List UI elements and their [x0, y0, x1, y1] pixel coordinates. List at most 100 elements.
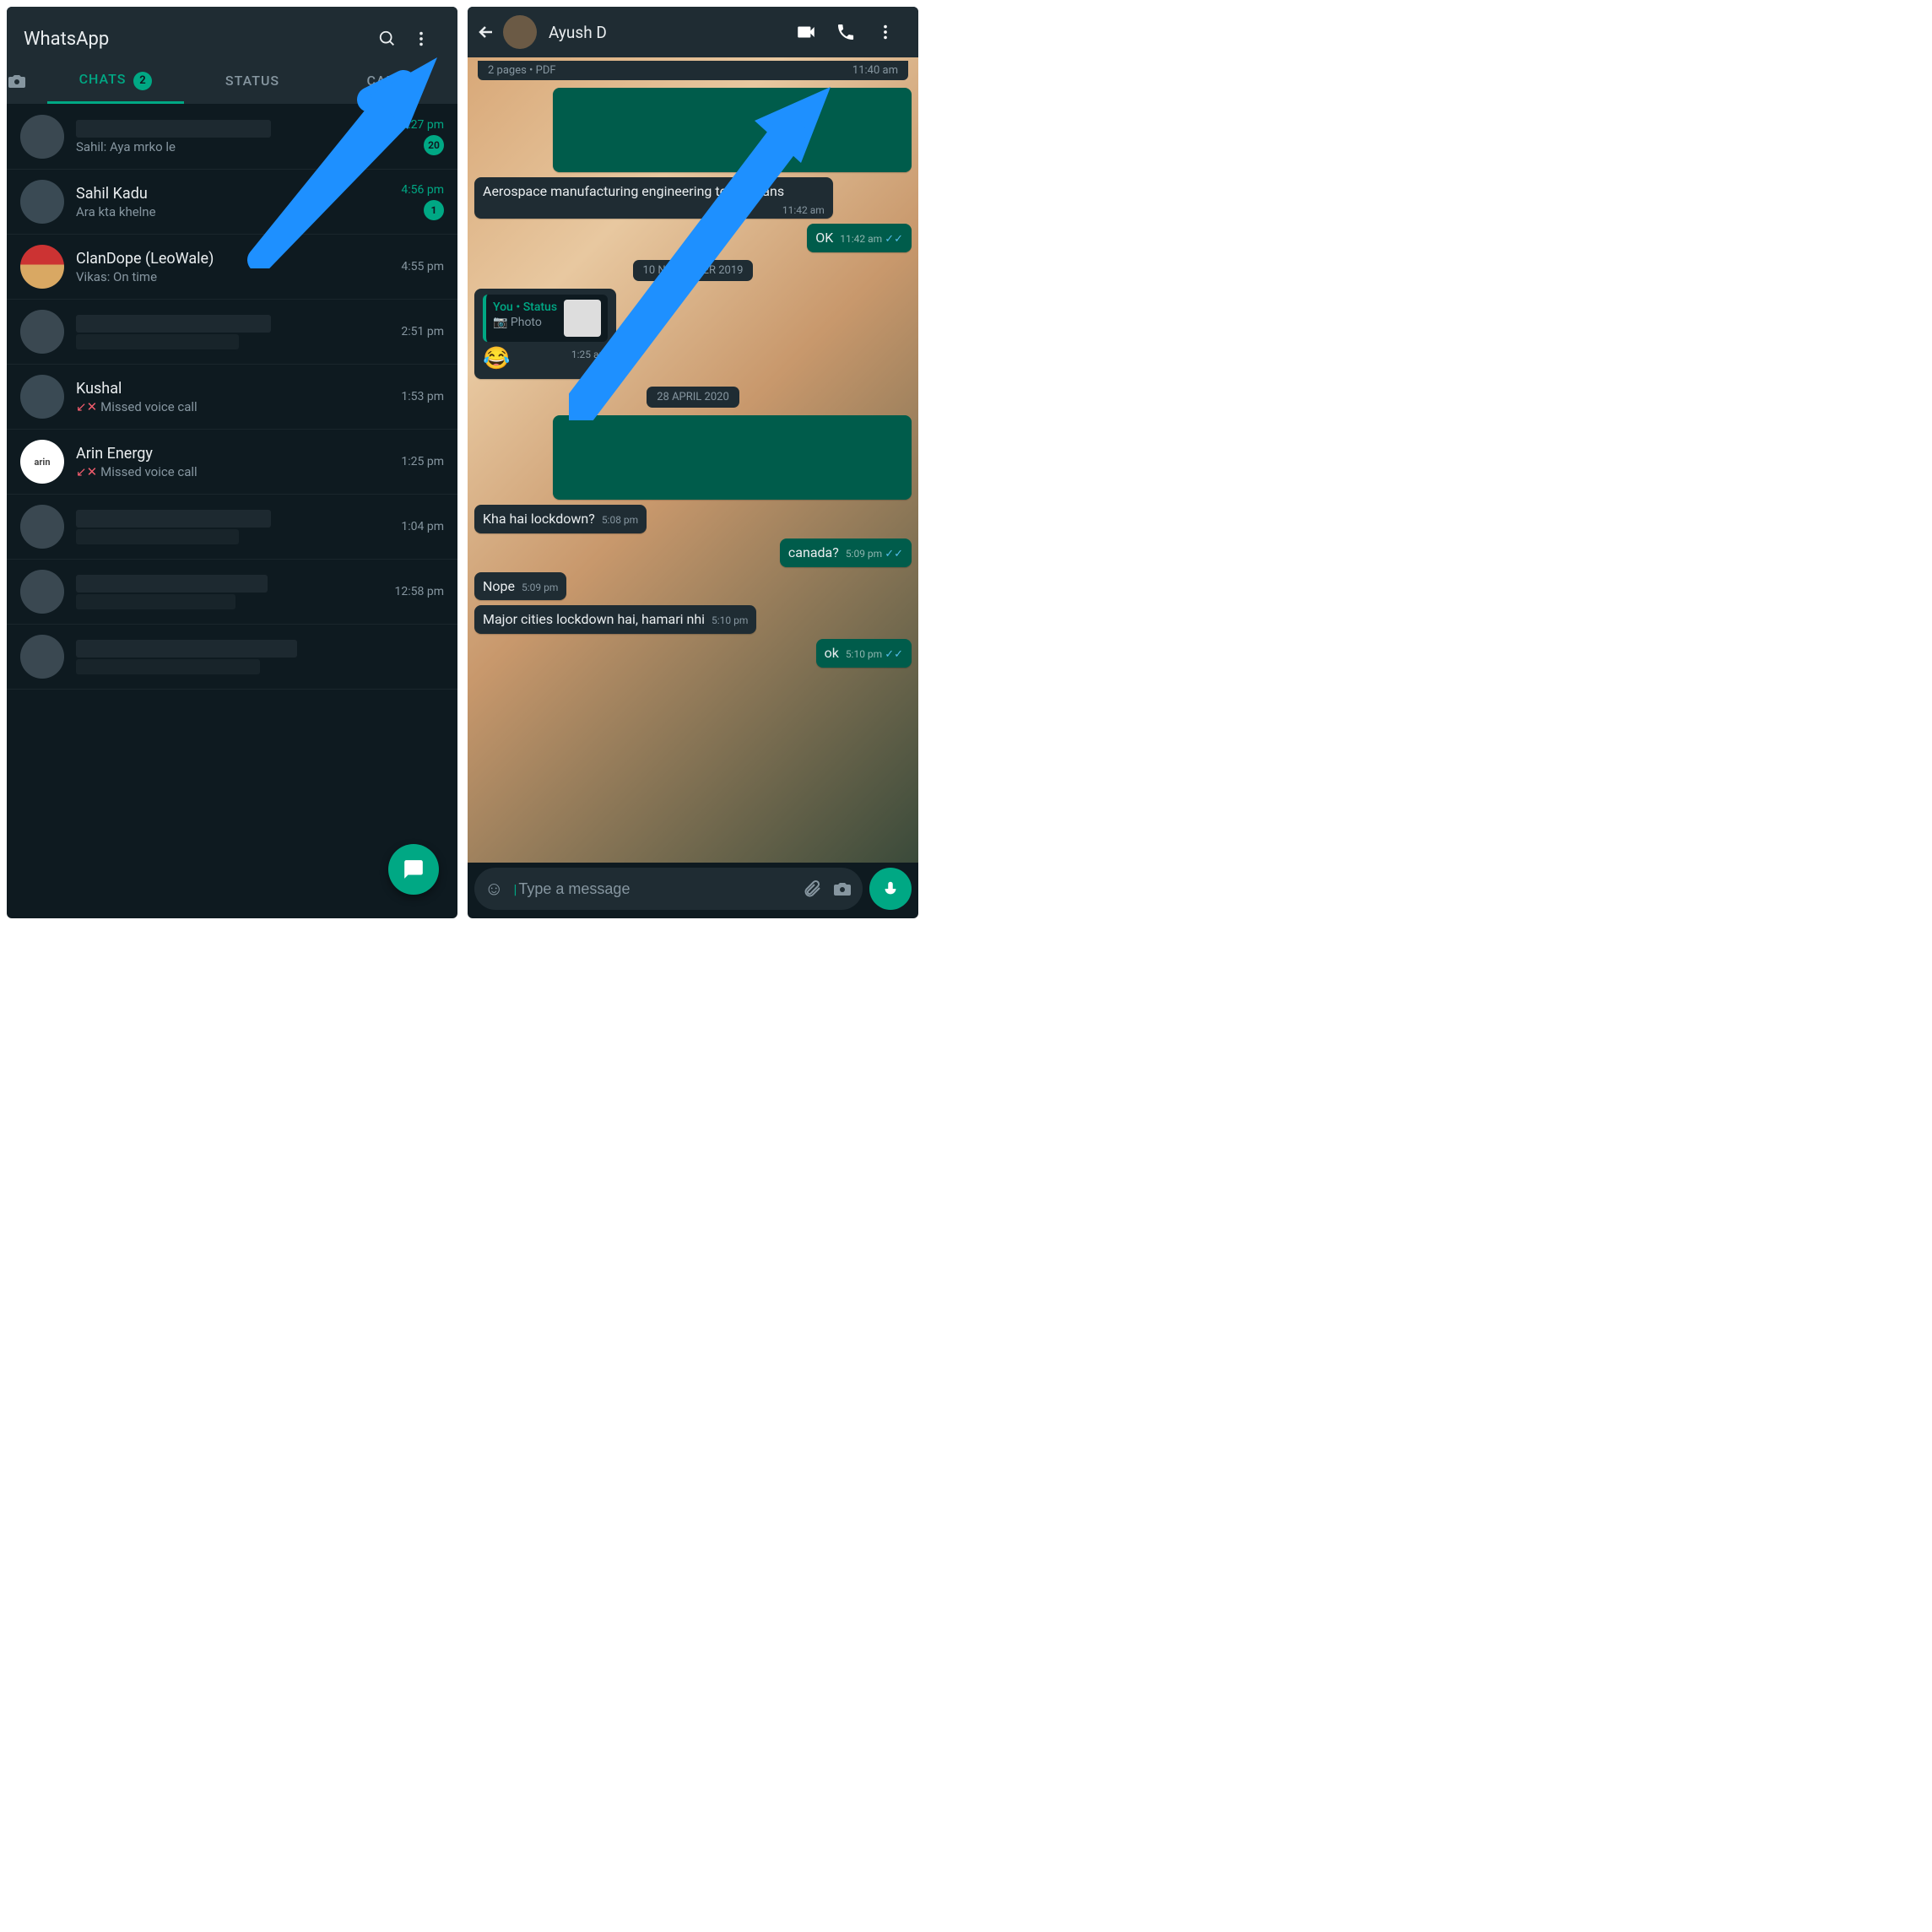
avatar[interactable]	[20, 115, 64, 159]
chat-name-blurred	[76, 510, 271, 528]
chat-time: 1:04 pm	[401, 520, 444, 533]
avatar[interactable]	[20, 570, 64, 614]
main-header: WhatsApp	[7, 7, 457, 57]
app-title: WhatsApp	[24, 29, 378, 50]
message-in[interactable]: Kha hai lockdown?5:08 pm	[474, 505, 647, 533]
avatar[interactable]	[20, 180, 64, 224]
chat-row[interactable]: Sahil: Aya mrko le 5:27 pm 20	[7, 105, 457, 170]
avatar[interactable]	[20, 635, 64, 679]
chat-preview-blurred	[76, 659, 260, 674]
read-checks-icon: ✓✓	[885, 233, 903, 246]
message-time: 5:09 pm✓✓	[846, 548, 903, 562]
read-checks-icon: ✓✓	[885, 548, 903, 560]
unread-badge: 1	[424, 200, 444, 220]
message-time: 1:25 am	[571, 349, 608, 362]
chat-time: 1:25 pm	[401, 455, 444, 468]
chats-unread-badge: 2	[133, 72, 152, 90]
message-reply[interactable]: You • Status 📷 Photo 😂 1:25 am	[474, 289, 616, 379]
message-out[interactable]: ok5:10 pm✓✓	[816, 639, 912, 668]
tab-status[interactable]: STATUS	[184, 59, 321, 102]
document-meta: 2 pages • PDF11:40 am	[478, 61, 908, 80]
chat-time: 4:55 pm	[401, 260, 444, 273]
chat-detail-screen: Ayush D 2 pages • PDF11:40 am Aerospace …	[468, 7, 918, 918]
reply-quote: You • Status 📷 Photo	[483, 295, 608, 342]
chat-preview-blurred	[76, 594, 235, 609]
avatar[interactable]	[20, 505, 64, 549]
date-separator: 10 NOVEMBER 2019	[633, 260, 754, 281]
more-icon[interactable]	[876, 23, 912, 41]
chat-name-blurred	[76, 640, 297, 658]
chat-preview: Vikas: On time	[76, 269, 401, 284]
contact-name[interactable]: Ayush D	[549, 23, 790, 42]
mic-button[interactable]	[869, 868, 912, 910]
chat-name: Sahil Kadu	[76, 185, 401, 203]
message-out[interactable]: canada?5:09 pm✓✓	[780, 538, 912, 567]
chat-preview-blurred	[76, 334, 239, 349]
chat-row[interactable]	[7, 625, 457, 690]
attach-icon[interactable]	[802, 879, 822, 899]
message-input-pill[interactable]: ☺ |	[474, 868, 863, 910]
chat-preview: Sahil: Aya mrko le	[76, 139, 401, 154]
message-input[interactable]	[518, 880, 792, 898]
contact-avatar[interactable]	[503, 15, 537, 49]
message-time: 11:42 am	[782, 204, 825, 218]
voice-call-icon[interactable]	[836, 22, 871, 42]
chat-time: 4:56 pm	[401, 183, 444, 197]
chat-row[interactable]: 2:51 pm	[7, 300, 457, 365]
chat-preview: Ara kta khelne	[76, 204, 401, 219]
message-in[interactable]: Major cities lockdown hai, hamari nhi5:1…	[474, 605, 756, 634]
chats-list-screen: WhatsApp CHATS 2 STATUS CALLS Sahil: Aya…	[7, 7, 457, 918]
chat-body[interactable]: 2 pages • PDF11:40 am Aerospace manufact…	[468, 57, 918, 863]
missed-call-icon: ↙✕	[76, 464, 97, 479]
chat-row[interactable]: ClanDope (LeoWale) Vikas: On time 4:55 p…	[7, 235, 457, 300]
chat-preview: ↙✕Missed voice call	[76, 399, 401, 414]
message-in[interactable]: Aerospace manufacturing engineering tech…	[474, 177, 833, 219]
chat-header: Ayush D	[468, 7, 918, 57]
message-in[interactable]: Nope5:09 pm	[474, 572, 566, 601]
chat-name-blurred	[76, 315, 271, 333]
chat-row[interactable]: arin Arin Energy ↙✕Missed voice call 1:2…	[7, 430, 457, 495]
avatar[interactable]	[20, 375, 64, 419]
search-icon[interactable]	[378, 30, 412, 48]
emoji-icon[interactable]: ☺	[484, 878, 503, 900]
chat-name-blurred	[76, 575, 268, 593]
message-blurred[interactable]	[553, 415, 912, 500]
chat-list[interactable]: Sahil: Aya mrko le 5:27 pm 20 Sahil Kadu…	[7, 105, 457, 918]
avatar[interactable]	[20, 245, 64, 289]
avatar[interactable]	[20, 310, 64, 354]
avatar[interactable]: arin	[20, 440, 64, 484]
unread-badge: 20	[424, 135, 444, 155]
video-call-icon[interactable]	[795, 21, 831, 43]
reply-thumbnail	[564, 300, 601, 337]
back-icon[interactable]	[474, 22, 498, 42]
message-time: 5:10 pm✓✓	[846, 648, 903, 663]
chat-row[interactable]: 1:04 pm	[7, 495, 457, 560]
message-time: 5:08 pm	[602, 514, 638, 528]
chat-name: Kushal	[76, 380, 401, 398]
chat-preview: ↙✕Missed voice call	[76, 464, 401, 479]
missed-call-icon: ↙✕	[76, 399, 97, 414]
message-out[interactable]: OK11:42 am✓✓	[807, 224, 912, 252]
tab-label: CHATS	[79, 71, 127, 87]
camera-tab-icon[interactable]	[7, 71, 47, 91]
new-chat-fab[interactable]	[388, 844, 439, 895]
tab-calls[interactable]: CALLS	[321, 59, 457, 102]
emoji: 😂	[483, 346, 510, 371]
chat-name-blurred	[76, 120, 271, 138]
tab-chats[interactable]: CHATS 2	[47, 57, 184, 104]
message-time: 5:09 pm	[522, 582, 558, 595]
chat-row[interactable]: Sahil Kadu Ara kta khelne 4:56 pm 1	[7, 170, 457, 235]
more-icon[interactable]	[412, 30, 446, 48]
chat-row[interactable]: 12:58 pm	[7, 560, 457, 625]
camera-icon[interactable]	[832, 879, 852, 899]
chat-name: Arin Energy	[76, 445, 401, 463]
message-time: 11:42 am✓✓	[840, 233, 903, 247]
message-blurred[interactable]	[553, 88, 912, 172]
chat-row[interactable]: Kushal ↙✕Missed voice call 1:53 pm	[7, 365, 457, 430]
chat-name: ClanDope (LeoWale)	[76, 250, 401, 268]
input-bar: ☺ |	[468, 863, 918, 918]
message-time: 5:10 pm	[712, 614, 748, 628]
date-separator: 28 APRIL 2020	[647, 387, 739, 408]
chat-preview-blurred	[76, 529, 239, 544]
chat-time: 5:27 pm	[401, 118, 444, 132]
